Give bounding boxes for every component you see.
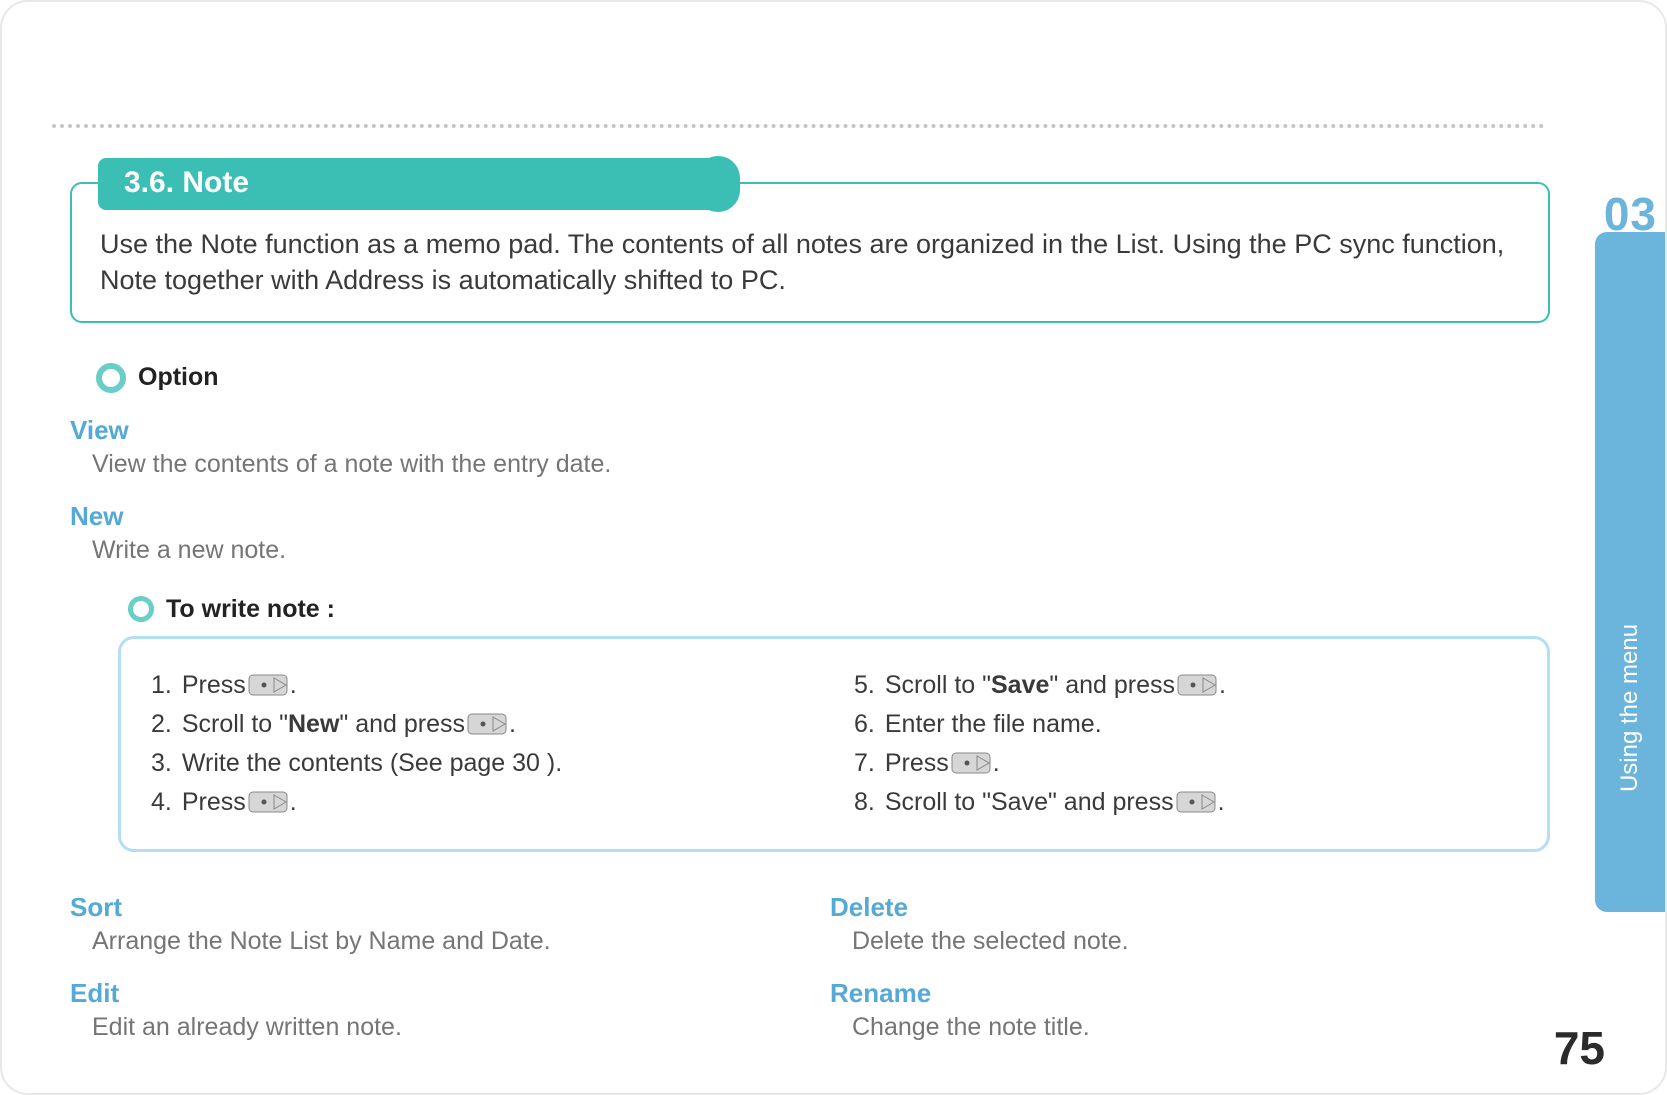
page-number: 75 [1554, 1021, 1605, 1075]
sub-view: View View the contents of a note with th… [70, 415, 1550, 479]
section-title: 3.6. Note [98, 158, 738, 210]
softkey-icon [1177, 674, 1217, 696]
bottom-subs: Sort Arrange the Note List by Name and D… [70, 870, 1550, 1042]
option-divider-line [70, 378, 1550, 380]
sub-sort: Sort Arrange the Note List by Name and D… [70, 892, 790, 956]
procedure: To write note : 1. Press . 2. Scroll to … [118, 595, 1550, 852]
sub-desc-view: View the contents of a note with the ent… [92, 450, 1550, 479]
sub-title-new: New [70, 501, 1550, 532]
sub-title-sort: Sort [70, 892, 790, 923]
section-intro: Use the Note function as a memo pad. The… [100, 226, 1522, 299]
sub-delete: Delete Delete the selected note. [830, 892, 1550, 956]
step-3: 3. Write the contents (See page 30 ). [151, 749, 814, 778]
sub-desc-edit: Edit an already written note. [92, 1013, 790, 1042]
step-5: 5. Scroll to " Save " and press . [854, 671, 1517, 700]
chapter-number: 03 [1604, 187, 1657, 241]
step-2: 2. Scroll to " New " and press . [151, 710, 814, 739]
sub-title-rename: Rename [830, 978, 1550, 1009]
softkey-icon [467, 713, 507, 735]
step-7: 7. Press . [854, 749, 1517, 778]
sub-title-delete: Delete [830, 892, 1550, 923]
softkey-icon [248, 791, 288, 813]
sub-desc-sort: Arrange the Note List by Name and Date. [92, 927, 790, 956]
softkey-icon [248, 674, 288, 696]
option-label: Option [138, 363, 219, 392]
sub-desc-new: Write a new note. [92, 536, 1550, 565]
procedure-header: To write note : [128, 595, 1550, 624]
content-area: 3.6. Note Use the Note function as a mem… [70, 182, 1550, 1042]
step-1: 1. Press . [151, 671, 814, 700]
section-callout: 3.6. Note Use the Note function as a mem… [70, 182, 1550, 323]
chapter-label: Using the menu [1616, 624, 1644, 792]
procedure-col-left: 1. Press . 2. Scroll to " New " and pres… [151, 661, 814, 827]
procedure-col-right: 5. Scroll to " Save " and press . 6. Ent… [854, 661, 1517, 827]
sub-desc-delete: Delete the selected note. [852, 927, 1550, 956]
bottom-col-right: Delete Delete the selected note. Rename … [830, 870, 1550, 1042]
chapter-tab: 03 Using the menu [1595, 232, 1665, 912]
procedure-box: 1. Press . 2. Scroll to " New " and pres… [118, 636, 1550, 852]
dotted-divider [52, 124, 1545, 128]
sub-rename: Rename Change the note title. [830, 978, 1550, 1042]
step-8: 8. Scroll to "Save" and press . [854, 788, 1517, 817]
bullet-circle-icon [96, 363, 126, 393]
step-6: 6. Enter the file name. [854, 710, 1517, 739]
manual-page: 03 Using the menu 75 3.6. Note Use the N… [0, 0, 1667, 1095]
softkey-icon [1176, 791, 1216, 813]
option-header: Option [70, 363, 1550, 393]
sub-title-edit: Edit [70, 978, 790, 1009]
sub-desc-rename: Change the note title. [852, 1013, 1550, 1042]
bottom-col-left: Sort Arrange the Note List by Name and D… [70, 870, 790, 1042]
step-4: 4. Press . [151, 788, 814, 817]
sub-new: New Write a new note. [70, 501, 1550, 565]
sub-edit: Edit Edit an already written note. [70, 978, 790, 1042]
bullet-circle-icon [128, 596, 154, 622]
procedure-title: To write note : [166, 595, 335, 624]
softkey-icon [951, 752, 991, 774]
sub-title-view: View [70, 415, 1550, 446]
